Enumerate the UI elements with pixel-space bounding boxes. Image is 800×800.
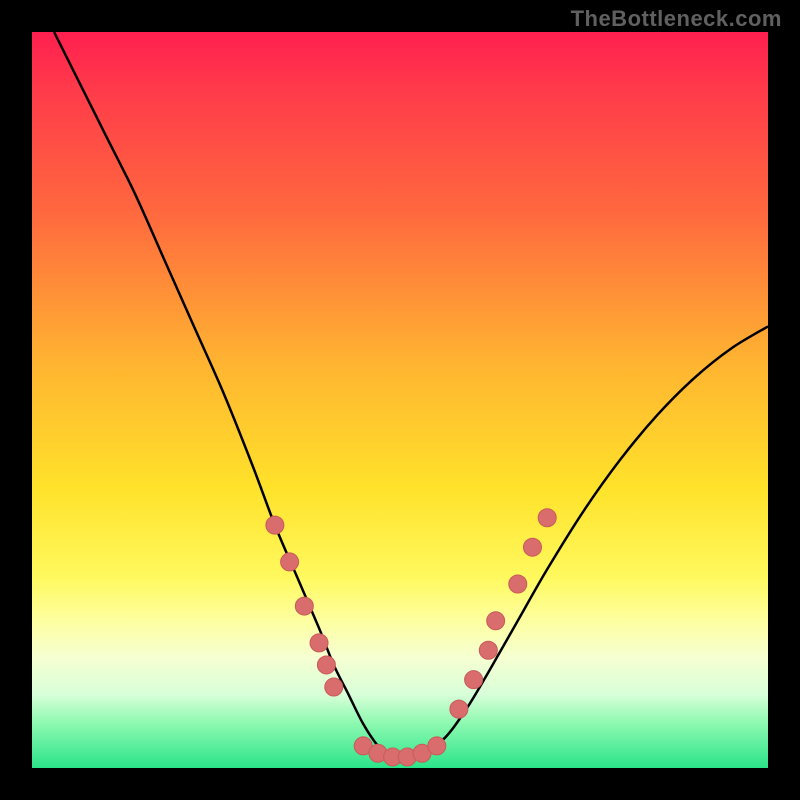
attribution-label: TheBottleneck.com — [571, 6, 782, 32]
data-point — [523, 538, 541, 556]
bottleneck-chart — [32, 32, 768, 768]
data-point — [487, 612, 505, 630]
bottleneck-curve — [54, 32, 768, 762]
data-point — [450, 700, 468, 718]
data-point — [479, 641, 497, 659]
data-point — [317, 656, 335, 674]
data-markers — [266, 509, 556, 766]
data-point — [428, 737, 446, 755]
data-point — [295, 597, 313, 615]
data-point — [310, 634, 328, 652]
data-point — [266, 516, 284, 534]
data-point — [281, 553, 299, 571]
data-point — [325, 678, 343, 696]
data-point — [538, 509, 556, 527]
chart-plot-area — [32, 32, 768, 768]
data-point — [509, 575, 527, 593]
data-point — [465, 671, 483, 689]
